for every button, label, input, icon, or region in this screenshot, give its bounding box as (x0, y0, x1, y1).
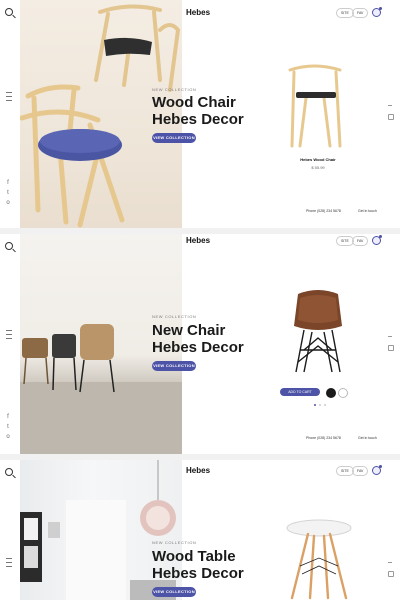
slider-down-icon[interactable] (388, 571, 394, 577)
headline-line-1: New Chair (152, 322, 226, 339)
headline-line-1: Wood Table (152, 548, 236, 565)
top-button-fav[interactable]: FAV (352, 8, 369, 18)
facebook-icon[interactable]: f (5, 180, 11, 186)
menu-icon[interactable] (6, 558, 12, 570)
page: f t o NEW COLLECTION Wood Chair Hebes De… (0, 0, 400, 600)
cart-icon[interactable] (372, 7, 382, 17)
headline-line-2: Hebes Decor (152, 565, 244, 582)
phone-contact[interactable]: Phone (028) 234 5678 (306, 436, 341, 440)
hero-headline: New Chair Hebes Decor (152, 322, 244, 356)
hero-kicker: NEW COLLECTION (152, 87, 197, 92)
slider-up-icon[interactable] (388, 562, 392, 567)
hero-kicker: NEW COLLECTION (152, 314, 197, 319)
slider-down-icon[interactable] (388, 345, 394, 351)
hero-section-wood-table: NEW COLLECTION Wood Table Hebes Decor VI… (0, 460, 400, 600)
menu-icon[interactable] (6, 330, 12, 342)
headline-line-2: Hebes Decor (152, 339, 244, 356)
product-name[interactable]: Hebes Wood Chair (288, 157, 348, 162)
brand-logo[interactable]: Hebes (186, 8, 210, 17)
product-image-wood-table[interactable] (284, 518, 354, 600)
brand-logo[interactable]: Hebes (186, 466, 210, 475)
hero-section-wood-chair: f t o NEW COLLECTION Wood Chair Hebes De… (0, 0, 400, 228)
product-image-wood-chair[interactable] (284, 58, 346, 150)
slider-dot[interactable] (319, 404, 321, 406)
hero-section-new-chair: f t o NEW COLLECTION New Chair Hebes Dec… (0, 234, 400, 454)
left-rail: f t o (0, 0, 20, 228)
view-collection-button[interactable]: VIEW COLLECTION (152, 133, 196, 143)
twitter-icon[interactable]: t (5, 190, 11, 196)
slider-down-icon[interactable] (388, 114, 394, 120)
search-icon[interactable] (5, 468, 13, 476)
left-rail (0, 460, 20, 600)
email-contact[interactable]: Get in touch (358, 209, 377, 213)
slider-dot[interactable] (324, 404, 326, 406)
product-price: $ 55.99 (311, 165, 325, 170)
cart-icon[interactable] (372, 465, 382, 475)
search-icon[interactable] (5, 242, 13, 250)
cart-icon[interactable] (372, 235, 382, 245)
view-collection-button[interactable]: VIEW COLLECTION (152, 587, 196, 597)
instagram-icon[interactable]: o (5, 434, 11, 440)
menu-icon[interactable] (6, 92, 12, 104)
add-to-cart-button[interactable]: ADD TO CART (280, 388, 320, 396)
view-collection-button[interactable]: VIEW COLLECTION (152, 361, 196, 371)
brand-logo[interactable]: Hebes (186, 236, 210, 245)
phone-contact[interactable]: Phone (028) 234 5678 (306, 209, 341, 213)
slider-dot[interactable] (314, 404, 316, 406)
slider-up-icon[interactable] (388, 105, 392, 110)
slider-dots (314, 404, 326, 406)
top-button-fav[interactable]: FAV (352, 466, 369, 476)
email-contact[interactable]: Get in touch (358, 436, 377, 440)
twitter-icon[interactable]: t (5, 424, 11, 430)
hero-headline: Wood Chair Hebes Decor (152, 94, 244, 128)
product-image-molded-chair[interactable] (290, 290, 346, 376)
color-swatch-dark[interactable] (326, 388, 336, 398)
instagram-icon[interactable]: o (5, 200, 11, 206)
headline-line-2: Hebes Decor (152, 111, 244, 128)
slider-up-icon[interactable] (388, 336, 392, 341)
hero-headline: Wood Table Hebes Decor (152, 548, 244, 582)
wishlist-icon[interactable] (338, 388, 348, 398)
facebook-icon[interactable]: f (5, 414, 11, 420)
headline-line-1: Wood Chair (152, 94, 236, 111)
top-button-fav[interactable]: FAV (352, 236, 369, 246)
left-rail: f t o (0, 234, 20, 454)
hero-kicker: NEW COLLECTION (152, 540, 197, 545)
search-icon[interactable] (5, 8, 13, 16)
